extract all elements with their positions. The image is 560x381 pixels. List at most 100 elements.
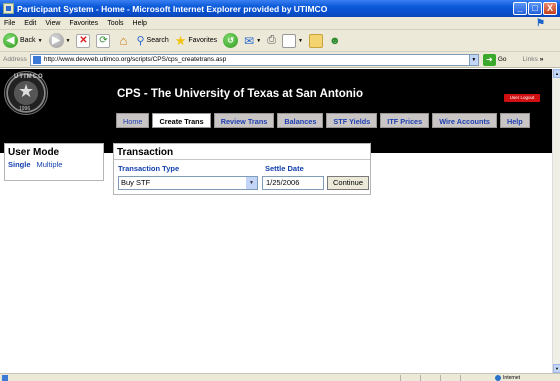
tab-stf-yields[interactable]: STF Yields — [326, 113, 378, 128]
home-button[interactable]: ⌂ — [116, 32, 130, 48]
menu-file[interactable]: File — [4, 20, 15, 27]
status-bar: Internet — [0, 373, 560, 381]
ie-page-icon — [3, 3, 14, 14]
settle-date-input[interactable]: 1/25/2006 — [262, 176, 324, 190]
print-icon: ⎙ — [267, 34, 276, 46]
menu-view[interactable]: View — [45, 20, 60, 27]
edit-button[interactable]: ▼ — [282, 33, 303, 48]
zone-label: Internet — [503, 375, 520, 381]
mail-icon: ✉ — [244, 33, 255, 48]
tab-create-trans[interactable]: Create Trans — [152, 113, 211, 128]
vertical-scrollbar[interactable]: ▲ ▼ — [552, 69, 560, 373]
tab-home[interactable]: Home — [116, 113, 150, 128]
tab-balances[interactable]: Balances — [277, 113, 324, 128]
globe-icon — [495, 375, 502, 381]
messenger-button[interactable]: ☻ — [329, 35, 341, 47]
tab-review-trans[interactable]: Review Trans — [213, 113, 275, 128]
address-bar: Address http://www.devweb.utimco.org/scr… — [0, 52, 560, 68]
browser-toolbar: ◀ Back ▼ ▶ ▼ ✕ ⟳ ⌂ ⚲ Search ★ Favorites … — [0, 30, 560, 52]
star-icon: ★ — [18, 81, 35, 101]
utimco-logo: UTIMCO ★ 1996 — [4, 71, 48, 115]
scroll-down-icon[interactable]: ▼ — [553, 364, 560, 373]
windows-logo-icon: ⚑ — [536, 18, 545, 29]
nav-tabs: Home Create Trans Review Trans Balances … — [116, 113, 530, 128]
messenger-icon: ☻ — [328, 34, 341, 47]
refresh-button[interactable]: ⟳ — [96, 33, 111, 48]
logo-text-bottom: 1996 — [19, 106, 31, 112]
transaction-type-value: Buy STF — [121, 178, 151, 187]
address-dropdown-icon[interactable]: ▼ — [468, 53, 479, 66]
refresh-icon: ⟳ — [96, 33, 111, 48]
user-mode-title: User Mode — [8, 147, 60, 158]
scroll-up-icon[interactable]: ▲ — [553, 69, 560, 78]
search-label: Search — [146, 37, 169, 44]
site-title: CPS - The University of Texas at San Ant… — [117, 88, 364, 100]
site-header: UTIMCO ★ 1996 CPS - The University of Te… — [0, 69, 552, 153]
search-button[interactable]: ⚲ Search — [136, 34, 168, 47]
back-dropdown-icon[interactable]: ▼ — [38, 38, 43, 44]
forward-button[interactable]: ▶ ▼ — [48, 33, 71, 48]
settle-date-header[interactable]: Settle Date — [265, 164, 304, 173]
address-input[interactable]: http://www.devweb.utimco.org/scripts/CPS… — [29, 53, 470, 66]
status-page-icon — [2, 374, 8, 381]
page-content: UTIMCO ★ 1996 CPS - The University of Te… — [0, 69, 552, 373]
menu-favorites[interactable]: Favorites — [69, 20, 98, 27]
tab-wire-accounts[interactable]: Wire Accounts — [432, 113, 497, 128]
chevron-down-icon[interactable]: ▼ — [246, 177, 257, 189]
menu-tools[interactable]: Tools — [107, 20, 123, 27]
forward-arrow-icon: ▶ — [48, 33, 64, 48]
go-button[interactable]: ➜ Go — [482, 53, 507, 66]
folder-icon — [308, 33, 323, 48]
tab-help[interactable]: Help — [499, 113, 530, 128]
status-divider — [440, 375, 441, 381]
window-controls: _ □ X — [513, 2, 557, 15]
continue-button[interactable]: Continue — [327, 176, 369, 190]
print-button[interactable]: ⎙ — [267, 34, 276, 47]
back-arrow-icon: ◀ — [3, 33, 18, 48]
back-label: Back — [20, 37, 36, 44]
user-logout-button[interactable]: User Logout — [504, 94, 540, 102]
address-url: http://www.devweb.utimco.org/scripts/CPS… — [43, 56, 227, 63]
status-divider — [460, 375, 461, 381]
window-title: Participant System - Home - Microsoft In… — [17, 3, 328, 14]
go-arrow-icon: ➜ — [482, 53, 496, 66]
menu-help[interactable]: Help — [133, 20, 147, 27]
user-mode-multiple[interactable]: Multiple — [37, 160, 63, 169]
address-label: Address — [3, 56, 27, 63]
maximize-button[interactable]: □ — [528, 2, 542, 15]
transaction-type-header[interactable]: Transaction Type — [118, 164, 179, 173]
home-icon: ⌂ — [119, 32, 128, 48]
tab-itf-prices[interactable]: ITF Prices — [380, 113, 430, 128]
stop-icon: ✕ — [76, 33, 91, 48]
back-button[interactable]: ◀ Back ▼ — [3, 33, 43, 48]
forward-dropdown-icon[interactable]: ▼ — [66, 38, 71, 44]
history-button[interactable]: ↺ — [223, 33, 239, 48]
page-icon — [32, 55, 41, 64]
menu-edit[interactable]: Edit — [24, 20, 36, 27]
favorites-button[interactable]: ★ Favorites — [175, 33, 218, 48]
transaction-type-select[interactable]: Buy STF ▼ — [118, 176, 258, 190]
transaction-title: Transaction — [114, 144, 370, 160]
links-chevron-icon[interactable]: » — [540, 56, 544, 63]
history-icon: ↺ — [223, 33, 239, 48]
logo-text-top: UTIMCO — [14, 74, 44, 80]
mail-button[interactable]: ✉ ▼ — [244, 34, 261, 48]
links-button[interactable]: Links — [523, 56, 538, 63]
minimize-button[interactable]: _ — [513, 2, 527, 15]
folder-button[interactable] — [308, 33, 323, 48]
stop-button[interactable]: ✕ — [76, 33, 91, 48]
window-titlebar: Participant System - Home - Microsoft In… — [0, 0, 560, 17]
favorites-label: Favorites — [188, 37, 218, 44]
transaction-panel: Transaction Transaction Type Settle Date… — [113, 143, 371, 195]
edit-page-icon — [282, 33, 296, 48]
mail-dropdown-icon[interactable]: ▼ — [256, 38, 261, 44]
status-divider — [420, 375, 421, 381]
search-icon: ⚲ — [136, 35, 145, 47]
user-mode-single[interactable]: Single — [8, 160, 31, 169]
go-label: Go — [497, 56, 507, 63]
security-zone: Internet — [495, 374, 520, 381]
close-button[interactable]: X — [543, 2, 557, 15]
user-mode-panel: User Mode Single Multiple — [4, 143, 104, 181]
edit-dropdown-icon[interactable]: ▼ — [298, 38, 303, 44]
user-mode-options: Single Multiple — [5, 158, 103, 169]
